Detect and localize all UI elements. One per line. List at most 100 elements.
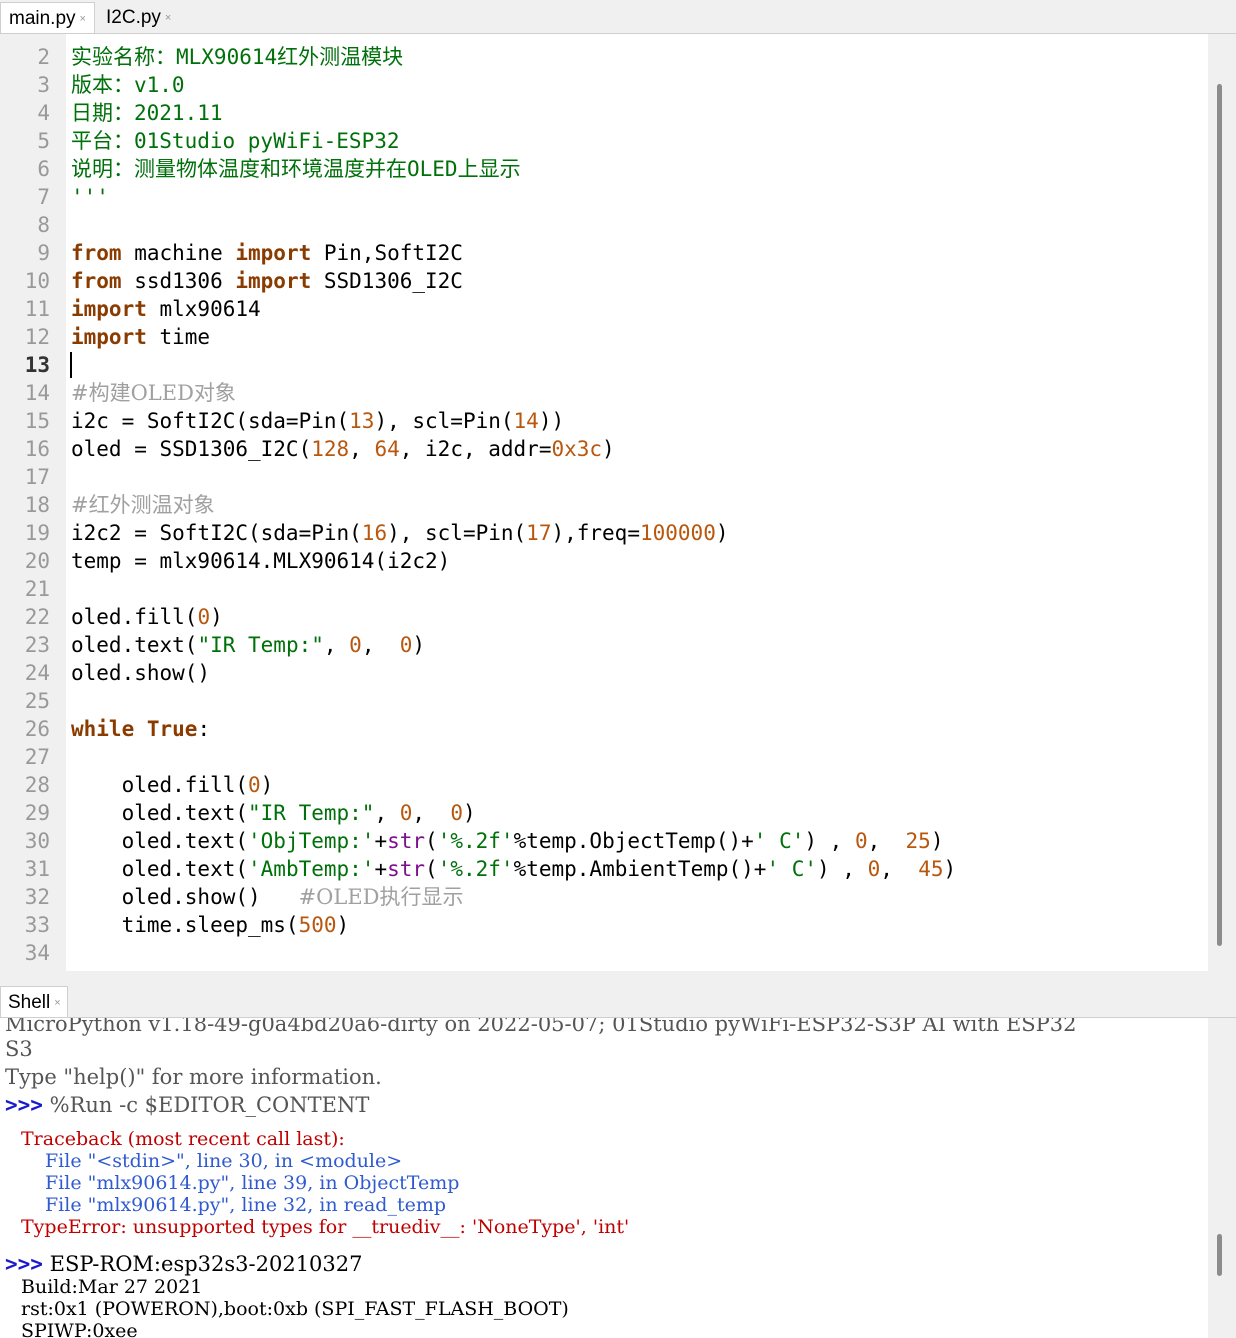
code-token: 日期：2021.11 bbox=[71, 101, 223, 125]
code-token: ),freq= bbox=[551, 521, 640, 545]
line-number: 6 bbox=[37, 157, 50, 181]
line-number: 12 bbox=[24, 325, 50, 349]
close-icon[interactable]: × bbox=[54, 997, 60, 1009]
tab-i2c-py[interactable]: I2C.py × bbox=[98, 2, 179, 33]
code-token: oled.fill( bbox=[71, 773, 249, 797]
code-token: , bbox=[880, 857, 919, 881]
code-line[interactable]: from machine import Pin,SoftI2C bbox=[71, 239, 463, 267]
close-icon[interactable]: × bbox=[80, 13, 86, 25]
code-token: 45 bbox=[918, 857, 944, 881]
code-token: 平台：01Studio pyWiFi-ESP32 bbox=[71, 129, 400, 153]
code-token: while bbox=[71, 717, 135, 741]
shell-boot-line: >>> ESP-ROM:esp32s3-20210327 bbox=[5, 1250, 363, 1278]
code-line[interactable]: import mlx90614 bbox=[71, 295, 261, 323]
code-line[interactable]: time.sleep_ms(500) bbox=[71, 911, 350, 939]
code-line[interactable]: 说明：测量物体温度和环境温度并在OLED上显示 bbox=[71, 155, 521, 183]
code-token: 128 bbox=[311, 437, 350, 461]
line-number: 28 bbox=[24, 773, 50, 797]
code-line[interactable]: 实验名称：MLX90614红外测温模块 bbox=[71, 43, 403, 71]
code-token: )) bbox=[538, 409, 565, 433]
code-line[interactable]: 平台：01Studio pyWiFi-ESP32 bbox=[71, 127, 400, 155]
line-number: 4 bbox=[37, 101, 50, 125]
code-token: ssd1306 bbox=[121, 269, 236, 293]
code-token: import bbox=[71, 325, 147, 349]
code-line[interactable]: oled.text('AmbTemp:'+str('%.2f'%temp.Amb… bbox=[71, 855, 957, 883]
tab-main-py[interactable]: main.py × bbox=[0, 2, 95, 33]
code-token: ''' bbox=[71, 185, 109, 209]
shell-scrollbar-thumb[interactable] bbox=[1217, 1234, 1222, 1276]
line-number: 27 bbox=[24, 745, 50, 769]
line-number: 20 bbox=[24, 549, 50, 573]
code-line[interactable]: oled.text('ObjTemp:'+str('%.2f'%temp.Obj… bbox=[71, 827, 944, 855]
code-token: , bbox=[361, 633, 400, 657]
code-line[interactable]: oled.fill(0) bbox=[71, 771, 274, 799]
code-token: 64 bbox=[374, 437, 400, 461]
line-number: 21 bbox=[24, 577, 50, 601]
code-line[interactable]: import time bbox=[71, 323, 210, 351]
code-token: %temp.ObjectTemp()+ bbox=[513, 829, 754, 853]
code-token: oled.text( bbox=[71, 829, 249, 853]
code-token: %temp.AmbientTemp()+ bbox=[513, 857, 767, 881]
code-line[interactable]: i2c = SoftI2C(sda=Pin(13), scl=Pin(14)) bbox=[71, 407, 564, 435]
line-number: 30 bbox=[24, 829, 50, 853]
line-number: 14 bbox=[24, 381, 50, 405]
close-icon[interactable]: × bbox=[165, 12, 171, 24]
editor-scrollbar[interactable] bbox=[1208, 34, 1236, 971]
code-token: ), scl=Pin( bbox=[387, 521, 527, 545]
shell-tab-bar: Shell × bbox=[0, 971, 1236, 1018]
code-line[interactable]: oled = SSD1306_I2C(128, 64, i2c, addr=0x… bbox=[71, 435, 615, 463]
shell-command: %Run -c $EDITOR_CONTENT bbox=[42, 1093, 370, 1117]
code-line[interactable]: 日期：2021.11 bbox=[71, 99, 223, 127]
code-line[interactable]: oled.fill(0) bbox=[71, 603, 223, 631]
boot-log-line: rst:0x1 (POWERON),boot:0xb (SPI_FAST_FLA… bbox=[21, 1298, 569, 1320]
code-token: machine bbox=[121, 241, 236, 265]
code-token: 'AmbTemp:' bbox=[248, 857, 375, 881]
code-token: , bbox=[374, 801, 400, 825]
code-token: import bbox=[235, 269, 312, 293]
code-token: temp = mlx90614.MLX90614(i2c2) bbox=[71, 549, 451, 573]
line-number: 10 bbox=[24, 269, 50, 293]
code-token: 500 bbox=[298, 913, 337, 937]
code-line[interactable]: from ssd1306 import SSD1306_I2C bbox=[71, 267, 463, 295]
code-line[interactable]: #构建OLED对象 bbox=[71, 379, 236, 407]
code-token: 17 bbox=[526, 521, 552, 545]
tab-shell[interactable]: Shell × bbox=[0, 986, 68, 1017]
editor-scrollbar-thumb[interactable] bbox=[1217, 84, 1222, 946]
code-line[interactable]: oled.text("IR Temp:", 0, 0) bbox=[71, 799, 476, 827]
code-line[interactable]: oled.text("IR Temp:", 0, 0) bbox=[71, 631, 425, 659]
line-number: 9 bbox=[37, 241, 50, 265]
code-token: oled.fill( bbox=[71, 605, 198, 629]
shell-scrollbar[interactable] bbox=[1208, 1018, 1236, 1338]
code-token: 25 bbox=[905, 829, 931, 853]
boot-log-line: SPIWP:0xee bbox=[21, 1320, 138, 1338]
shell-banner-line: MicroPython v1.18-49-g0a4bd20a6-dirty on… bbox=[5, 1018, 1077, 1036]
code-token: 0 bbox=[867, 857, 881, 881]
code-editor[interactable]: 2 实验名称：MLX90614红外测温模块 3 版本：v1.0 4 日期：2021.11 5… bbox=[0, 34, 1236, 971]
code-line[interactable]: while True: bbox=[71, 715, 210, 743]
code-line[interactable]: #红外测温对象 bbox=[71, 491, 215, 519]
shell-help-line: Type "help()" for more information. bbox=[5, 1065, 382, 1089]
code-token: from bbox=[71, 241, 122, 265]
code-line[interactable]: oled.show() bbox=[71, 659, 210, 687]
code-token: 0 bbox=[197, 605, 211, 629]
code-token: Pin,SoftI2C bbox=[311, 241, 463, 265]
shell-console[interactable]: MicroPython v1.18-49-g0a4bd20a6-dirty on… bbox=[0, 1018, 1236, 1338]
code-token: ) bbox=[260, 773, 274, 797]
code-line[interactable]: oled.show() #OLED执行显示 bbox=[71, 883, 464, 911]
code-line[interactable]: 版本：v1.0 bbox=[71, 71, 185, 99]
traceback-error-line: Traceback (most recent call last): bbox=[21, 1128, 345, 1150]
code-token: ) bbox=[336, 913, 350, 937]
line-number: 2 bbox=[37, 45, 50, 69]
line-number: 15 bbox=[24, 409, 50, 433]
shell-run-line: >>> %Run -c $EDITOR_CONTENT bbox=[5, 1091, 369, 1119]
code-line[interactable]: ''' bbox=[71, 183, 109, 211]
code-token: oled = SSD1306_I2C( bbox=[71, 437, 312, 461]
editor-tab-bar: main.py × I2C.py × bbox=[0, 0, 1236, 34]
line-number: 24 bbox=[24, 661, 50, 685]
traceback-error-line: TypeError: unsupported types for __trued… bbox=[21, 1216, 630, 1238]
line-number: 19 bbox=[24, 521, 50, 545]
code-line[interactable]: temp = mlx90614.MLX90614(i2c2) bbox=[71, 547, 450, 575]
code-line[interactable]: i2c2 = SoftI2C(sda=Pin(16), scl=Pin(17),… bbox=[71, 519, 729, 547]
code-token: ) bbox=[210, 605, 223, 629]
